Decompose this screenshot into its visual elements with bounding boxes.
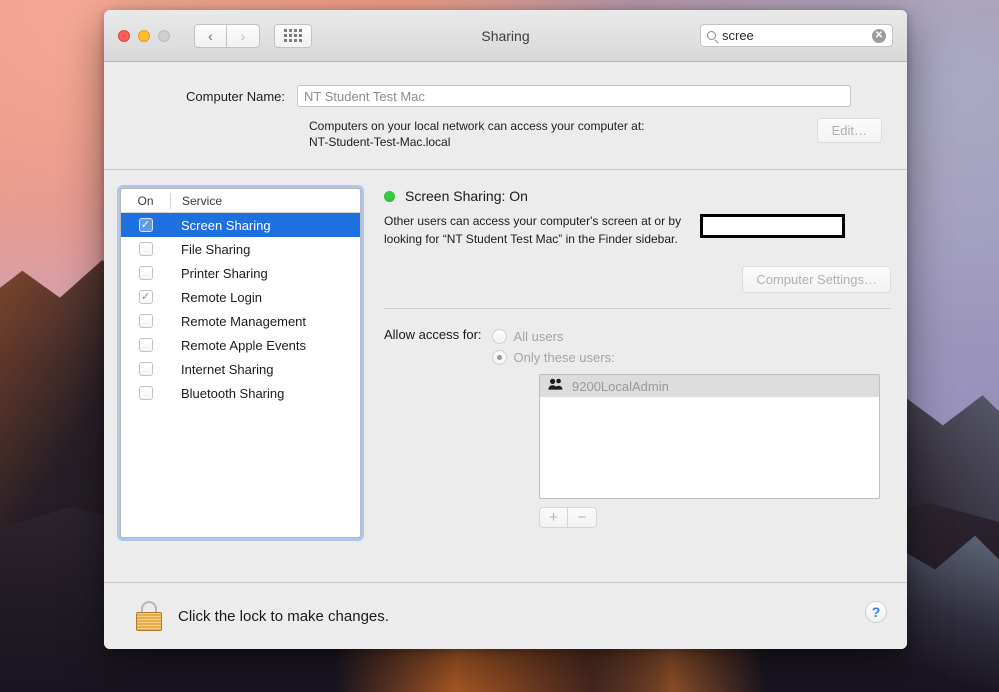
computer-name-sub-row: Computers on your local network can acce… [120, 118, 891, 150]
computer-settings-button[interactable]: Computer Settings… [742, 266, 891, 294]
edit-button[interactable]: Edit… [816, 118, 882, 143]
allowed-users-list[interactable]: 9200LocalAdmin [539, 374, 880, 500]
column-header-on: On [137, 193, 154, 208]
service-row[interactable]: Remote Apple Events [121, 333, 360, 357]
back-button[interactable]: ‹ [194, 23, 227, 48]
service-name-label: Bluetooth Sharing [181, 385, 285, 401]
computer-name-row: Computer Name: NT Student Test Mac [120, 62, 891, 107]
service-row[interactable]: Bluetooth Sharing [121, 381, 360, 405]
radio-only-these-users[interactable]: Only these users: [491, 347, 615, 368]
status-indicator-icon [384, 190, 395, 202]
allow-access-row: Allow access for: All users Only these u… [384, 326, 891, 368]
computer-name-field[interactable]: NT Student Test Mac [297, 85, 851, 107]
checkbox-icon[interactable] [138, 338, 153, 353]
redacted-address-box [700, 214, 845, 239]
service-row[interactable]: File Sharing [121, 237, 360, 261]
service-row[interactable]: Internet Sharing [121, 357, 360, 381]
lock-icon[interactable] [136, 601, 162, 631]
local-hostname-description: Computers on your local network can acce… [309, 118, 644, 150]
computer-name-input[interactable]: NT Student Test Mac [304, 89, 425, 104]
service-name-label: Internet Sharing [181, 361, 274, 377]
sharing-preferences-window: ‹ › Sharing scree ✕ Computer Name: NT St… [104, 10, 907, 649]
zoom-button[interactable] [158, 29, 170, 42]
checkbox-icon[interactable] [138, 242, 153, 257]
checkbox-icon[interactable] [138, 362, 153, 377]
checkbox-icon[interactable]: ✓ [138, 218, 153, 233]
close-button[interactable] [118, 29, 130, 42]
local-hostname-line1: Computers on your local network can acce… [309, 119, 645, 133]
service-row[interactable]: ✓ Remote Login [121, 285, 360, 309]
users-button-group: + − [539, 507, 880, 529]
service-checkbox-cell [121, 338, 170, 353]
service-checkbox-cell [121, 314, 170, 329]
radio-all-users-button[interactable] [491, 329, 507, 345]
service-status-row: Screen Sharing: On [384, 188, 891, 204]
user-list-item[interactable]: 9200LocalAdmin [540, 375, 879, 398]
service-name-label: Remote Login [181, 289, 262, 305]
service-description: Other users can access your computer's s… [384, 213, 891, 248]
status-badge: Screen Sharing: On [405, 188, 528, 205]
window-content: Computer Name: NT Student Test Mac Compu… [104, 62, 907, 582]
service-name-label: Remote Management [181, 313, 307, 329]
window-footer: Click the lock to make changes. ? [104, 583, 907, 649]
service-name-label: File Sharing [181, 241, 251, 257]
local-hostname-line2: NT-Student-Test-Mac.local [309, 135, 451, 150]
add-user-button[interactable]: + [539, 507, 568, 529]
show-all-button[interactable] [274, 23, 312, 48]
checkbox-icon[interactable] [138, 266, 153, 281]
grid-icon [284, 29, 302, 42]
service-rows: ✓ Screen Sharing File Sharing Printer Shari… [121, 213, 360, 405]
allow-access-label: Allow access for: [384, 327, 482, 343]
computer-settings-row: Computer Settings… [384, 266, 891, 294]
checkbox-icon[interactable] [138, 314, 153, 329]
description-part2: or by [654, 214, 682, 229]
search-icon [707, 31, 716, 40]
service-name-label: Printer Sharing [181, 265, 268, 281]
access-radio-group: All users Only these users: [491, 326, 615, 368]
detail-divider [384, 308, 891, 310]
user-name-label: 9200LocalAdmin [572, 378, 669, 394]
traffic-light-group [118, 29, 170, 42]
allowed-users-block: 9200LocalAdmin + − [539, 374, 880, 529]
group-icon [548, 377, 564, 395]
service-checkbox-cell [121, 266, 170, 281]
minimize-button[interactable] [138, 29, 150, 42]
radio-only-these-users-button[interactable] [491, 350, 507, 366]
service-checkbox-cell: ✓ [121, 218, 170, 233]
radio-all-users-label: All users [513, 329, 564, 345]
lock-body [136, 612, 162, 631]
remove-user-button[interactable]: − [568, 507, 597, 529]
navigation-button-group: ‹ › [194, 23, 260, 48]
service-list[interactable]: On Service ✓ Screen Sharing File Sharing Pr… [120, 188, 361, 539]
checkbox-icon[interactable] [138, 386, 153, 401]
service-row[interactable]: ✓ Screen Sharing [121, 213, 360, 238]
service-row[interactable]: Remote Management [121, 309, 360, 333]
service-name-label: Remote Apple Events [181, 337, 307, 353]
column-header-service: Service [182, 193, 223, 208]
service-checkbox-cell [121, 362, 170, 377]
service-list-header: On Service [121, 189, 360, 214]
computer-name-label: Computer Name: [186, 88, 285, 104]
search-input[interactable]: scree [722, 28, 872, 43]
description-part1: Other users can access your computer's s… [384, 214, 652, 229]
radio-only-these-users-label: Only these users: [513, 350, 615, 366]
service-checkbox-cell [121, 242, 170, 257]
service-detail-pane: Screen Sharing: On Other users can acces… [361, 188, 891, 538]
clear-search-icon[interactable]: ✕ [872, 28, 886, 43]
window-titlebar: ‹ › Sharing scree ✕ [104, 10, 907, 62]
service-name-label: Screen Sharing [181, 217, 271, 233]
forward-button[interactable]: › [227, 23, 260, 48]
main-panes: On Service ✓ Screen Sharing File Sharing Pr… [120, 170, 891, 539]
search-field[interactable]: scree ✕ [700, 24, 893, 47]
lock-message: Click the lock to make changes. [178, 607, 389, 625]
service-checkbox-cell: ✓ [121, 290, 170, 305]
help-button[interactable]: ? [865, 601, 887, 623]
service-checkbox-cell [121, 386, 170, 401]
radio-all-users[interactable]: All users [491, 326, 615, 347]
service-row[interactable]: Printer Sharing [121, 261, 360, 285]
checkbox-icon[interactable]: ✓ [138, 290, 153, 305]
